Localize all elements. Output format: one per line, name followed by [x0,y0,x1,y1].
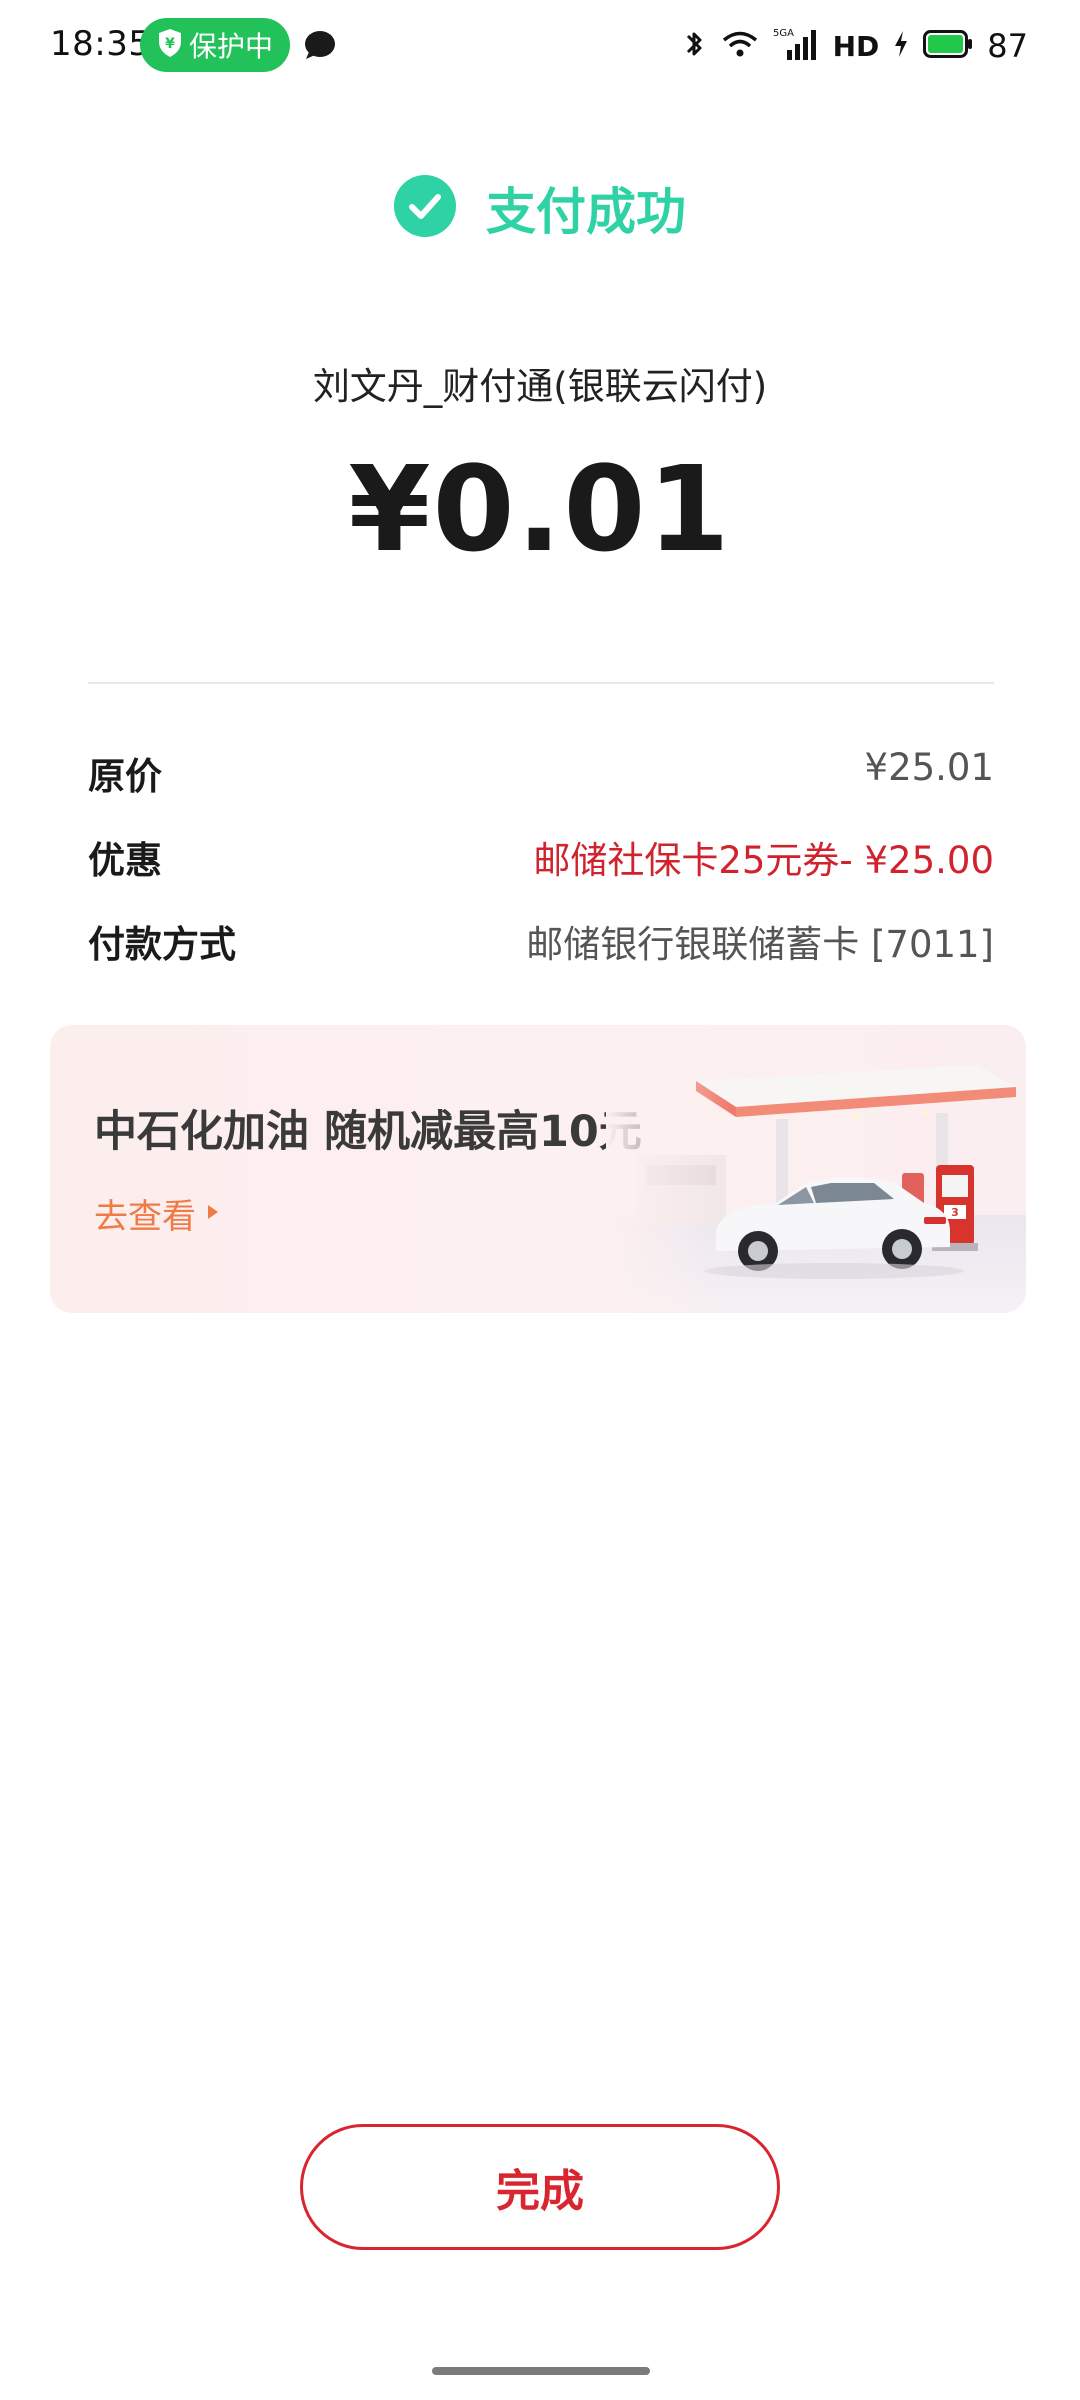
signal-icon: 5GA [773,26,819,66]
detail-value: 邮储银行银联储蓄卡 [7011] [526,923,994,966]
shield-icon: ¥ [157,28,183,62]
promo-link-label: 去查看 [94,1197,196,1237]
paid-amount: ¥0.01 [348,440,732,578]
promo-title: 中石化加油 随机减最高10元 [94,1107,642,1157]
battery-level: 87 [987,27,1028,65]
svg-text:5GA: 5GA [773,28,794,39]
bluetooth-icon [683,27,707,65]
check-circle-icon [394,175,456,241]
done-button-label: 完成 [496,2166,584,2217]
wifi-icon [721,29,759,63]
protection-label: 保护中 [188,30,273,63]
merchant-name: 刘文丹_财付通(银联云闪付) [312,365,768,408]
protection-badge[interactable]: ¥ 保护中 [140,18,290,72]
svg-text:¥: ¥ [165,36,175,52]
detail-label: 优惠 [88,839,162,882]
divider [88,682,994,684]
done-button[interactable]: 完成 [300,2124,780,2250]
home-indicator[interactable] [432,2367,650,2375]
status-bar: 18:35 ¥ 保护中 5GA HD 87 [0,0,1080,92]
status-time: 18:35 [50,24,151,64]
status-icons: 5GA HD 87 [683,22,1028,70]
success-header: 支付成功 [0,172,1080,244]
detail-row-original-price: 原价 ¥25.01 [88,740,994,800]
detail-row-payment-method: 付款方式 邮储银行银联储蓄卡 [7011] [88,908,994,968]
detail-value: ¥25.01 [864,746,994,789]
chat-bubble-icon [303,30,337,60]
battery-icon [923,30,973,62]
gas-station-illustration: 3 [606,1025,1026,1313]
detail-row-discount: 优惠 邮储社保卡25元券- ¥25.00 [88,824,994,884]
success-title: 支付成功 [486,183,686,241]
triangle-right-icon [206,1203,220,1225]
promo-banner[interactable]: 中石化加油 随机减最高10元 去查看 [50,1025,1026,1313]
detail-label: 原价 [88,755,162,798]
detail-value: 邮储社保卡25元券- ¥25.00 [533,839,994,882]
payment-success-page: 18:35 ¥ 保护中 5GA HD 87 支付成功 刘文丹_财付通(银联云闪付… [0,0,1080,2400]
promo-view-link[interactable]: 去查看 [94,1189,220,1238]
charging-icon [893,30,909,62]
detail-label: 付款方式 [88,923,236,966]
hd-indicator: HD [832,29,880,63]
